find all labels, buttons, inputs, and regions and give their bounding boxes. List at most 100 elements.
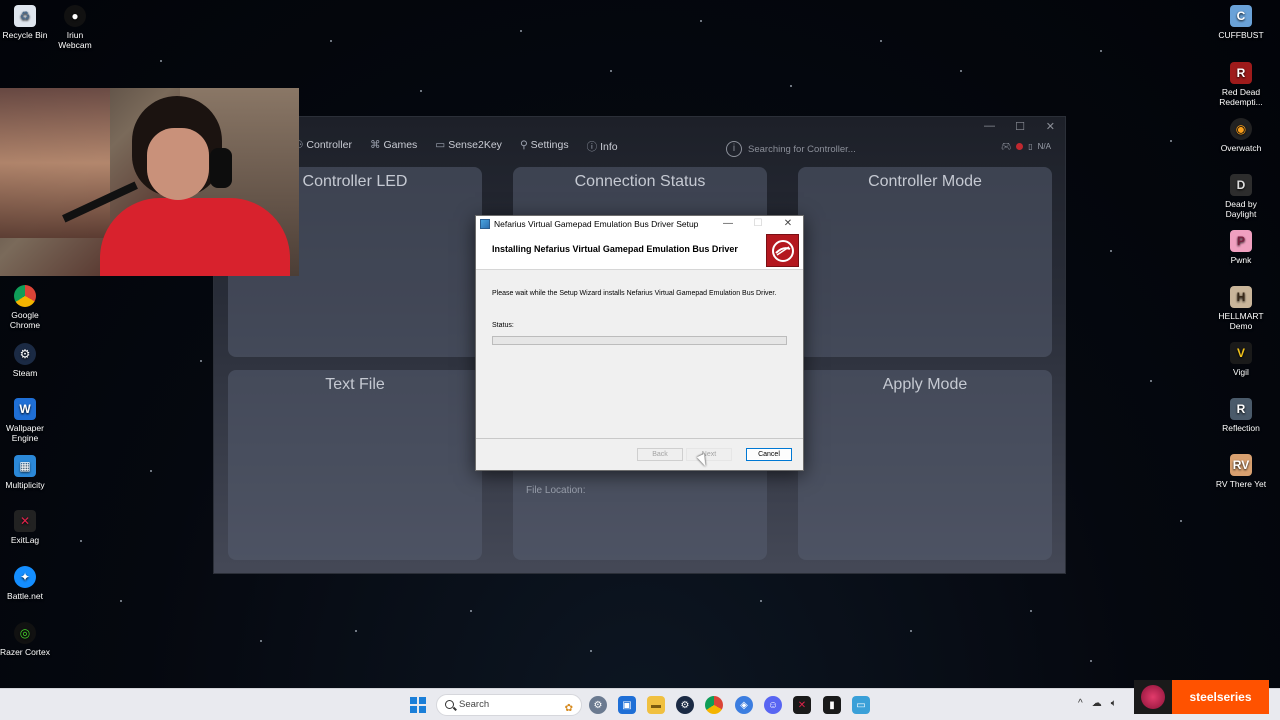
file-explorer-icon[interactable]: ▬ [647, 696, 665, 714]
desktop-icon-label: Vigil [1233, 367, 1249, 377]
taskbar: Search ✿ ⚙ ▣ ▬ ⚙ ◈ ☺ ✕ ▮ ▭ ^ ☁ 🔈︎ [0, 688, 1280, 720]
installer-icon [480, 219, 490, 229]
desktop-icon-label: Battle.net [7, 591, 43, 601]
desktop-icon-label: Wallpaper Engine [6, 423, 44, 443]
overwatch-icon: ◉ [1230, 118, 1252, 140]
back-button[interactable]: Back [637, 448, 683, 461]
desktop-icon-wallpaper-engine[interactable]: W Wallpaper Engine [0, 398, 55, 443]
wallpaper-engine-icon: W [14, 398, 36, 420]
cancel-button[interactable]: Cancel [746, 448, 792, 461]
network-icon[interactable]: ☁ [1092, 698, 1102, 709]
chevron-up-icon[interactable]: ^ [1078, 698, 1083, 709]
exitlag-icon[interactable]: ✕ [793, 696, 811, 714]
webcam-icon: ● [64, 5, 86, 27]
setup-dialog[interactable]: Nefarius Virtual Gamepad Emulation Bus D… [475, 215, 804, 471]
desktop-icon-label: HELLMART Demo [1218, 311, 1264, 331]
webcam-overlay [0, 88, 299, 276]
desktop-icon-exitlag[interactable]: ✕ ExitLag [0, 510, 55, 545]
desktop-icon-vigil[interactable]: V Vigil [1211, 342, 1271, 377]
close-icon[interactable]: ✕ [1046, 120, 1055, 133]
desktop-icon-label: Google Chrome [9, 310, 41, 330]
desktop-icon-label: Pwnk [1230, 255, 1252, 265]
desktop-icon-label: Steam [12, 368, 38, 378]
steam-icon: ⚙ [14, 343, 36, 365]
desktop-icon-iriun-webcam[interactable]: ● Iriun Webcam [45, 5, 105, 50]
system-tray: ^ ☁ 🔈︎ [1078, 698, 1117, 709]
desktop-icon-label: Red Dead Redempti... [1219, 87, 1263, 107]
desktop-icon-label: Dead by Daylight [1225, 199, 1257, 219]
desktop-icon-reflection[interactable]: R Reflection [1211, 398, 1271, 433]
maximize-icon: ☐ [753, 218, 763, 229]
desktop-icon-hellmart[interactable]: H HELLMART Demo [1211, 286, 1271, 331]
battlenet-icon: ✦ [14, 566, 36, 588]
dialog-body: Please wait while the Setup Wizard insta… [476, 270, 803, 434]
dialog-heading: Installing Nefarius Virtual Gamepad Emul… [492, 244, 738, 254]
steelseries-label: steelseries [1189, 690, 1252, 704]
maximize-icon[interactable]: ☐ [1015, 120, 1025, 133]
dialog-footer: Back Next Cancel [476, 438, 803, 470]
desktop-icon-label: Razer Cortex [0, 647, 51, 657]
chrome-icon [14, 285, 36, 307]
nefarius-logo-icon [766, 234, 799, 267]
gamepad-icon: 🎮︎ [1001, 142, 1012, 151]
arc-icon[interactable]: ◈ [735, 696, 753, 714]
desktop-icon-label: CUFFBUST [1218, 30, 1264, 40]
desktop-icon-label: Overwatch [1220, 143, 1262, 153]
desktop-icon-razer-cortex[interactable]: ◎ Razer Cortex [0, 622, 55, 657]
desktop-icon-cuffbust[interactable]: C CUFFBUST [1211, 5, 1271, 40]
nav-label: Games [383, 139, 418, 151]
nav-info[interactable]: ⓘ Info [587, 139, 618, 159]
games-icon: ⌘ [369, 139, 381, 151]
chrome-icon[interactable] [705, 696, 723, 714]
desktop-icon-red-dead[interactable]: R Red Dead Redempti... [1211, 62, 1271, 107]
app-nav: ⚇Controller ⌘Games ▭Sense2Key ⚲Settings … [294, 139, 618, 159]
steelseries-overlay: steelseries [1134, 680, 1269, 714]
nav-settings[interactable]: ⚲ Settings [520, 139, 569, 159]
search-icon [445, 700, 454, 709]
minimize-icon[interactable]: — [984, 120, 995, 132]
discord-icon[interactable]: ☺ [764, 696, 782, 714]
desktop-icon-dead-by-daylight[interactable]: D Dead by Daylight [1211, 174, 1271, 219]
remote-desktop-icon[interactable]: ▭ [852, 696, 870, 714]
webcam-person-shirt [100, 198, 290, 276]
minimize-icon[interactable]: — [713, 216, 743, 232]
info-icon: ⓘ [586, 141, 598, 153]
desktop-icon-label: RV There Yet [1215, 479, 1267, 489]
webcam-person-face [147, 128, 209, 200]
panel-controller-mode: Controller Mode [798, 167, 1052, 357]
status-text: Searching for Controller... [748, 143, 856, 155]
dialog-titlebar[interactable]: Nefarius Virtual Gamepad Emulation Bus D… [476, 216, 803, 232]
nav-label: Settings [530, 139, 569, 151]
desktop-icon-multiplicity[interactable]: ▦ Multiplicity [0, 455, 55, 490]
dialog-title: Nefarius Virtual Gamepad Emulation Bus D… [494, 219, 699, 229]
nav-controller[interactable]: ⚇Controller [294, 139, 352, 159]
red-dead-icon: R [1230, 62, 1252, 84]
volume-icon[interactable]: 🔈︎ [1111, 698, 1117, 709]
vigil-icon: V [1230, 342, 1252, 364]
nav-label: Sense2Key [448, 139, 502, 151]
desktop-icon-overwatch[interactable]: ◉ Overwatch [1211, 118, 1271, 153]
panel-title: Controller Mode [868, 173, 982, 190]
close-icon[interactable]: ✕ [773, 216, 803, 232]
panel-title: Apply Mode [882, 376, 968, 393]
app-titlebar[interactable]: — ☐ ✕ [214, 117, 1065, 139]
settings-icon[interactable]: ⚙ [589, 696, 607, 714]
next-button[interactable]: Next [686, 448, 732, 461]
steam-icon[interactable]: ⚙ [676, 696, 694, 714]
desktop-icon-steam[interactable]: ⚙ Steam [0, 343, 55, 378]
desktop-icon-google-chrome[interactable]: Google Chrome [0, 285, 55, 330]
desktop-icon-battlenet[interactable]: ✦ Battle.net [0, 566, 55, 601]
pwnk-icon: P [1230, 230, 1252, 252]
panel-apply-mode: Apply Mode [798, 370, 1052, 560]
terminal-icon[interactable]: ▮ [823, 696, 841, 714]
nav-sense2key[interactable]: ▭ Sense2Key [435, 139, 502, 159]
start-button[interactable] [410, 697, 426, 713]
multiplicity-icon: ▦ [14, 455, 36, 477]
info-circle-icon: i [726, 141, 742, 157]
taskbar-search[interactable]: Search ✿ [436, 694, 582, 716]
dialog-window-controls: — ☐ ✕ [713, 216, 803, 232]
desktop-icon-pwnk[interactable]: P Pwnk [1211, 230, 1271, 265]
desktop-icon-rv-there-yet[interactable]: RV RV There Yet [1211, 454, 1271, 489]
store-icon[interactable]: ▣ [618, 696, 636, 714]
nav-games[interactable]: ⌘ Games [370, 139, 417, 159]
